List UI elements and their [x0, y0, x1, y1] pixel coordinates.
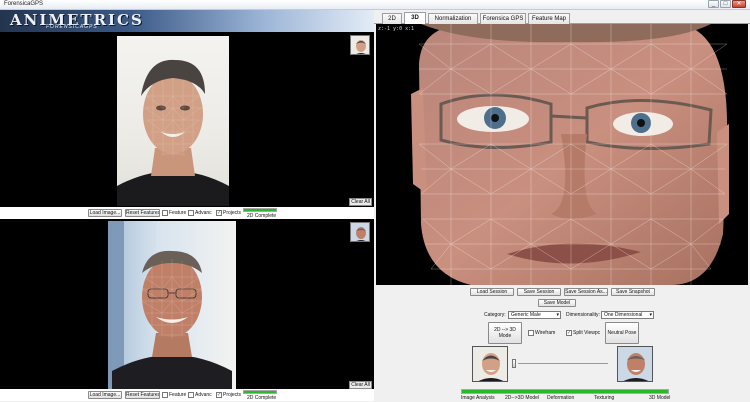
- top-image-viewer[interactable]: Clear All: [0, 32, 374, 207]
- progress-fill: [244, 391, 276, 393]
- feature-label: Feature: [169, 210, 187, 216]
- neutral-pose-button[interactable]: Neutral Pose: [605, 322, 639, 344]
- pipeline-progress-bar: [461, 389, 669, 394]
- checkbox-checked-icon: ✓: [216, 392, 222, 398]
- checkbox-checked-icon: ✓: [216, 210, 222, 216]
- advanced-label: Advanc: [195, 392, 212, 398]
- face-photo: [108, 221, 236, 389]
- load-session-button[interactable]: Load Session: [470, 288, 514, 296]
- tab-3d[interactable]: 3D: [404, 12, 426, 24]
- clear-all-button[interactable]: Clear All: [349, 198, 372, 206]
- save-session-as-button[interactable]: Save Session As...: [564, 288, 608, 296]
- feature-label: Feature: [169, 392, 187, 398]
- window-controls: _ □ ✕: [708, 0, 746, 8]
- logo-banner: ANIMETRICS FORENSICAGPS: [0, 10, 374, 32]
- projects-checkbox[interactable]: ✓ Projects: [216, 209, 241, 217]
- tab-normalization[interactable]: Normalization: [428, 13, 478, 24]
- advanced-label: Advanc: [195, 210, 212, 216]
- checkbox-icon: [188, 392, 194, 398]
- progress-label: 2D Complete: [247, 395, 277, 401]
- checkbox-checked-icon: ✓: [566, 330, 572, 336]
- view-tabs: 2D 3D Normalization Forensica GPS Featur…: [374, 10, 750, 24]
- checkbox-icon: [188, 210, 194, 216]
- brand-subtitle: FORENSICAGPS: [46, 24, 98, 30]
- category-value: Generic Male: [511, 312, 541, 318]
- stage-label-image-analysis: Image Analysis: [461, 395, 495, 401]
- portrait-thumbnail[interactable]: [350, 35, 370, 55]
- stage-label-deformation: Deformation: [547, 395, 575, 401]
- close-button[interactable]: ✕: [732, 0, 746, 8]
- load-image-button[interactable]: Load Image...: [88, 391, 122, 399]
- dimensionality-select[interactable]: One Dimensional ▾: [601, 311, 654, 319]
- progress-fill: [462, 390, 668, 393]
- maximize-button[interactable]: □: [720, 0, 731, 8]
- split-viewport-label: Split Viewpc: [573, 330, 601, 336]
- load-image-button[interactable]: Load Image...: [88, 209, 122, 217]
- bottom-image-viewer[interactable]: Clear All: [0, 219, 374, 389]
- advanced-checkbox[interactable]: Advanc: [188, 391, 212, 399]
- bottom-progress-bar: [243, 390, 277, 394]
- split-viewport-checkbox[interactable]: ✓ Split Viewpc: [566, 329, 600, 337]
- tab-2d[interactable]: 2D: [382, 13, 402, 24]
- save-session-button[interactable]: Save Session: [517, 288, 561, 296]
- checkbox-icon: [162, 210, 168, 216]
- target-face-thumbnail[interactable]: [617, 346, 653, 382]
- checkbox-icon: [162, 392, 168, 398]
- dimensionality-label: Dimensionality:: [566, 312, 600, 318]
- save-model-button[interactable]: Save Model: [538, 299, 576, 307]
- stage-label-texturing: Texturing: [594, 395, 615, 401]
- checkbox-icon: [528, 330, 534, 336]
- dimensionality-value: One Dimensional: [604, 312, 643, 318]
- advanced-checkbox[interactable]: Advanc: [188, 209, 212, 217]
- portrait-thumbnail[interactable]: [350, 222, 370, 242]
- projects-label: Projects: [223, 392, 242, 398]
- source-face-thumbnail[interactable]: [472, 346, 508, 382]
- minimize-button[interactable]: _: [708, 0, 719, 8]
- wireframe-label: Wirefram: [535, 330, 556, 336]
- tab-feature-map[interactable]: Feature Map: [528, 13, 570, 24]
- reset-features-button[interactable]: Reset Features: [125, 209, 160, 217]
- window-titlebar: ForensicaGPS _ □ ✕: [0, 0, 750, 10]
- 2d-to-3d-mode-button[interactable]: 2D --> 3D Mode: [488, 322, 522, 344]
- dropdown-arrow-icon: ▾: [649, 312, 652, 318]
- window-title: ForensicaGPS: [4, 1, 44, 7]
- clear-all-button[interactable]: Clear All: [349, 381, 372, 389]
- projects-checkbox[interactable]: ✓ Projects: [216, 391, 241, 399]
- progress-fill: [244, 209, 276, 211]
- coordinate-readout: z:-1 y:0 x:1: [378, 26, 415, 32]
- blend-slider-handle[interactable]: [512, 359, 516, 368]
- blend-slider-track[interactable]: [518, 363, 608, 364]
- tab-forensica-gps[interactable]: Forensica GPS: [480, 13, 526, 24]
- dropdown-arrow-icon: ▾: [556, 312, 559, 318]
- face-photo: [117, 36, 229, 206]
- projects-label: Projects: [223, 210, 242, 216]
- feature-checkbox[interactable]: Feature: [162, 209, 186, 217]
- 3d-model-viewport[interactable]: z:-1 y:0 x:1: [376, 24, 748, 285]
- bottom-viewer-controls: Load Image... Reset Features Feature Adv…: [0, 389, 374, 401]
- reset-features-button[interactable]: Reset Features: [125, 391, 160, 399]
- category-label: Category:: [484, 312, 506, 318]
- stage-label-2d-to-3d: 2D-->3D Model: [505, 395, 540, 401]
- category-select[interactable]: Generic Male ▾: [508, 311, 561, 319]
- top-viewer-controls: Load Image... Reset Features Feature Adv…: [0, 207, 374, 219]
- wireframe-checkbox[interactable]: Wirefram: [528, 329, 555, 337]
- feature-checkbox[interactable]: Feature: [162, 391, 186, 399]
- stage-label-3d-model: 3D Model: [649, 395, 671, 401]
- top-progress-bar: [243, 208, 277, 212]
- 3d-face-mesh: [411, 24, 729, 285]
- save-snapshot-button[interactable]: Save Snapshot: [611, 288, 655, 296]
